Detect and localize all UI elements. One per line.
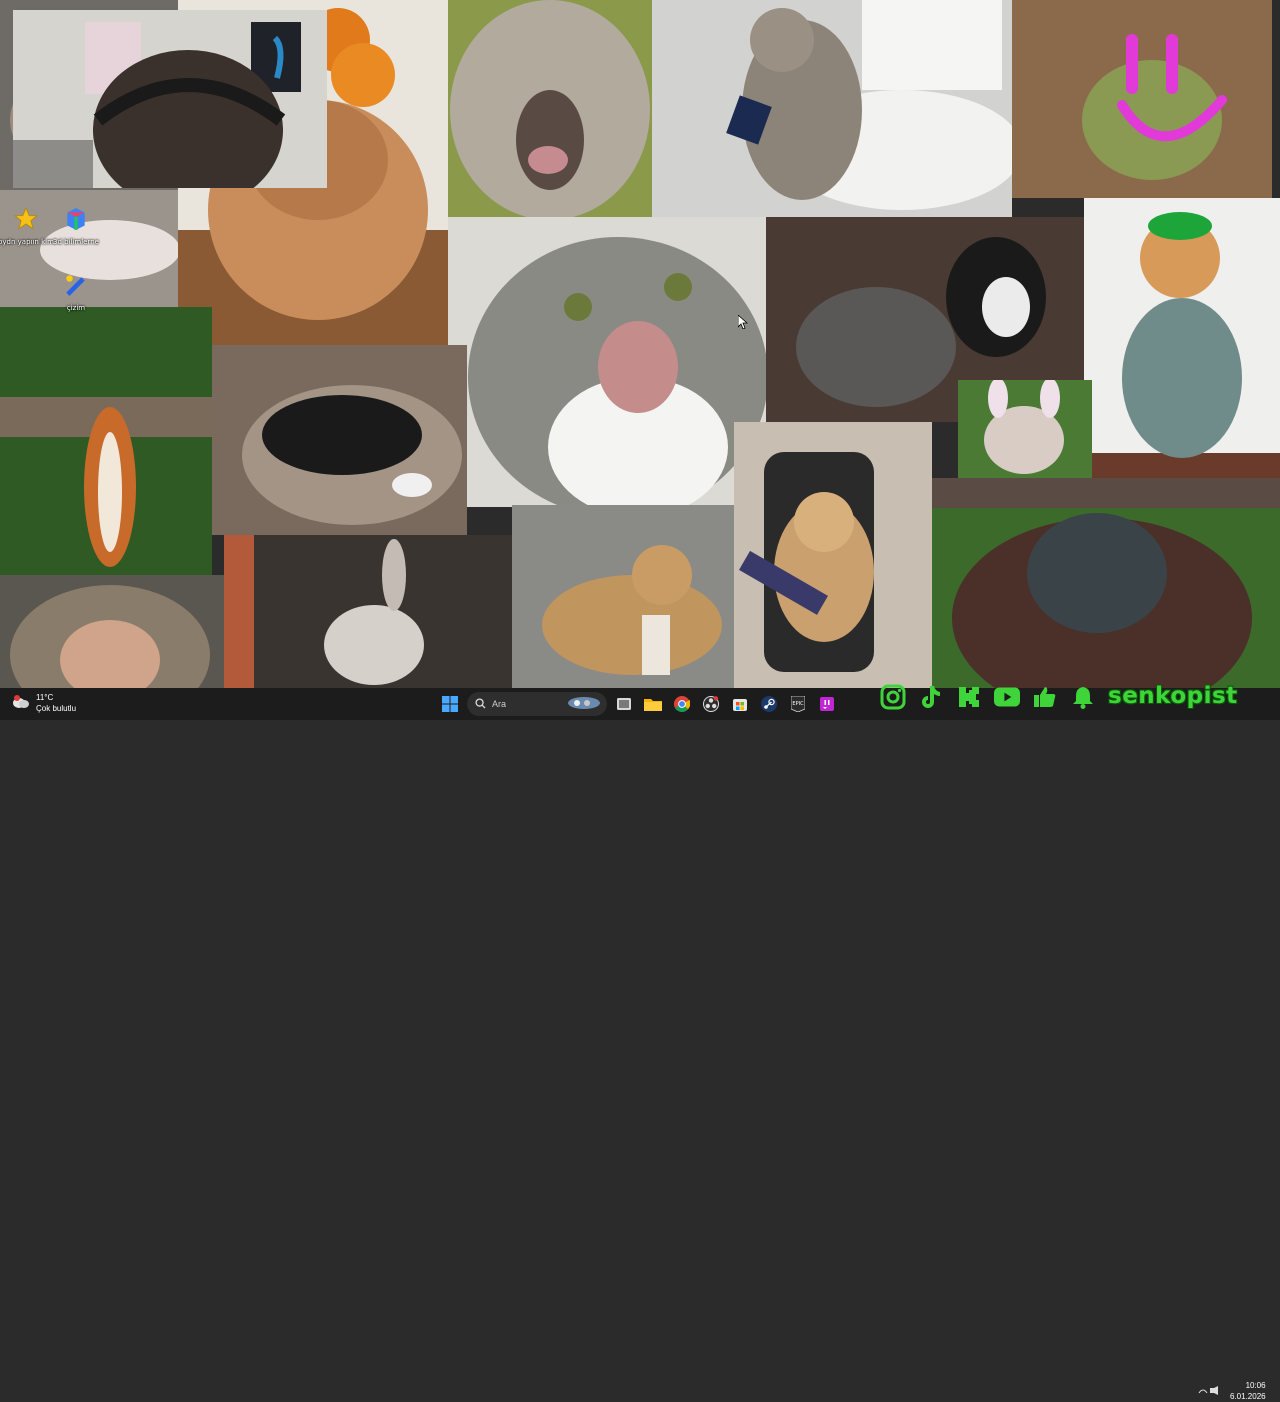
photo-dog-with-bread bbox=[512, 505, 734, 688]
mouse-cursor-icon bbox=[737, 314, 749, 330]
webcam-feed bbox=[13, 10, 327, 188]
photo-donkey bbox=[224, 535, 512, 688]
youtube-icon bbox=[994, 684, 1020, 710]
epic-games-icon[interactable]: EPIC bbox=[786, 692, 810, 716]
channel-name: senkopist bbox=[1108, 683, 1238, 709]
social-links-overlay bbox=[880, 684, 1096, 710]
weather-temp: 11°C bbox=[36, 693, 54, 702]
file-explorer-icon[interactable] bbox=[641, 692, 665, 716]
kick-icon bbox=[956, 684, 982, 710]
obs-icon[interactable] bbox=[699, 692, 723, 716]
photo-green-hat-cat bbox=[1084, 198, 1280, 478]
weather-condition: Çok bulutlu bbox=[36, 704, 77, 713]
photo-bunny-ear-bulldog bbox=[958, 380, 1092, 478]
paint-3d-icon bbox=[63, 206, 89, 236]
steam-icon[interactable] bbox=[757, 692, 781, 716]
desktop-icon-3d[interactable]: 3d bilimlerne bbox=[53, 206, 99, 246]
photo-cheering-squirrel bbox=[0, 307, 212, 575]
task-view-icon[interactable] bbox=[612, 692, 636, 716]
desktop-icon-label: 3d bilimlerne bbox=[53, 238, 99, 246]
taskbar-apps: Ara EPIC bbox=[438, 692, 839, 716]
search-icon bbox=[475, 697, 486, 711]
desktop-icon-oydn[interactable]: oydn yapıın kim bbox=[0, 206, 54, 246]
windows-start-icon[interactable] bbox=[438, 692, 462, 716]
desktop-icon-cizim[interactable]: çizim bbox=[54, 272, 98, 312]
search-placeholder: Ara bbox=[492, 699, 507, 709]
photo-gasping-cat bbox=[448, 217, 766, 507]
microsoft-store-icon[interactable] bbox=[728, 692, 752, 716]
twitch-icon[interactable] bbox=[815, 692, 839, 716]
photo-orangutan bbox=[932, 478, 1280, 688]
clock-time: 10:06 bbox=[1245, 1381, 1266, 1390]
photo-cat-on-toilet bbox=[652, 0, 1012, 217]
desktop-icon-label: oydn yapıın kim bbox=[0, 238, 54, 246]
photo-woolly-sheep bbox=[448, 0, 652, 217]
photo-black-dog-controller bbox=[212, 345, 467, 535]
svg-text:EPIC: EPIC bbox=[792, 701, 804, 707]
system-tray-icons[interactable] bbox=[1198, 1385, 1224, 1397]
desktop-icon-label: çizim bbox=[66, 304, 86, 312]
drawing-icon bbox=[63, 272, 89, 302]
cloud-icon bbox=[12, 694, 30, 713]
photo-gaming-cat bbox=[734, 422, 932, 688]
widgets-icon bbox=[567, 696, 601, 712]
photo-frog-smiley bbox=[1012, 0, 1272, 198]
tiktok-icon bbox=[918, 684, 944, 710]
chrome-icon[interactable] bbox=[670, 692, 694, 716]
clock[interactable]: 10:06 6.01.2026 bbox=[1230, 1380, 1266, 1402]
bell-icon bbox=[1070, 684, 1096, 710]
star-icon bbox=[13, 206, 39, 236]
search-box[interactable]: Ara bbox=[467, 692, 607, 716]
weather-widget[interactable]: 11°C Çok bulutlu bbox=[12, 692, 76, 714]
clock-date: 6.01.2026 bbox=[1230, 1392, 1266, 1401]
photo-smiling-monkey bbox=[0, 575, 224, 688]
like-icon bbox=[1032, 684, 1058, 710]
instagram-icon bbox=[880, 684, 906, 710]
